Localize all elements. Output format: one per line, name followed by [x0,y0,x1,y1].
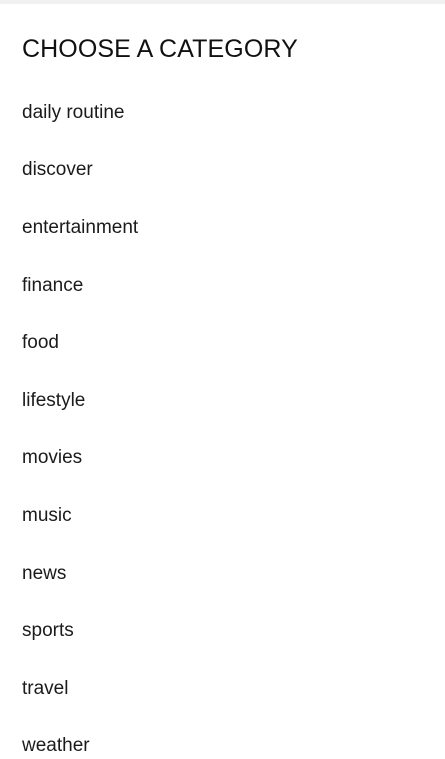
category-item-weather[interactable]: weather [22,700,422,759]
page-title: CHOOSE A CATEGORY [22,35,298,63]
category-list: daily routine discover entertainment fin… [22,66,422,759]
category-picker: CHOOSE A CATEGORY daily routine discover… [22,32,422,759]
top-divider [0,0,445,4]
